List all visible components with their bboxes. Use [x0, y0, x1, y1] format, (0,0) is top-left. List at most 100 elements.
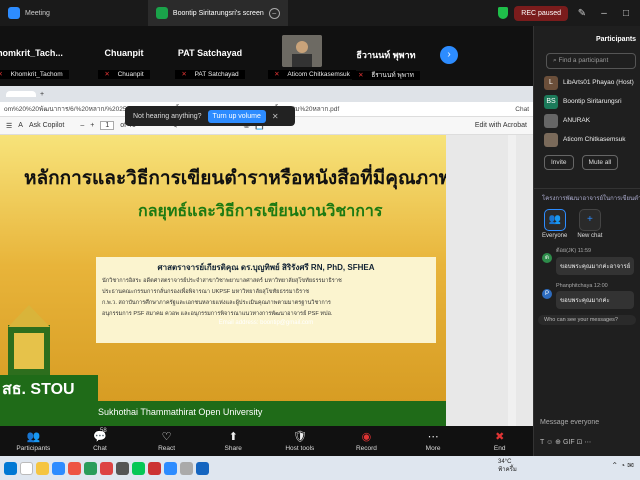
zoom-icon [155, 7, 168, 19]
mic-muted-icon: ✕ [271, 70, 285, 79]
slide-subtitle: กลยุทธ์และวิธีการเขียนงานวิชาการ [138, 203, 383, 220]
zoom-in-icon[interactable]: + [90, 122, 94, 129]
avatar [544, 132, 558, 147]
panel-title: Participants [596, 36, 637, 43]
system-tray[interactable]: ⌃ ◔ ✉ [611, 461, 634, 470]
search-input[interactable]: ⌕ Find a participant [546, 53, 636, 69]
chat-header: โครงการพัฒนาอาจารย์ในการเขียนตำรา... [534, 188, 640, 203]
read-aloud-icon[interactable]: A [18, 122, 23, 129]
participant-tile[interactable]: PAT Satchayad ✕ PAT Satchayad [160, 26, 260, 86]
chat-message: ต ต้อย(JK) 11:59 ขอบพระคุณมากค่ะอาจารย์ [534, 239, 640, 275]
browser-tab[interactable] [6, 91, 36, 97]
host-tools-icon: 🛡 [292, 431, 307, 443]
audio-banner: Not hearing anything? Turn up volume ✕ [125, 106, 295, 126]
search-icon[interactable] [20, 461, 33, 475]
zoom-out-icon[interactable]: – [80, 122, 84, 129]
edit-with-acrobat-button[interactable]: Edit with Acrobat [475, 122, 527, 129]
participant-tile[interactable]: Chuanpit ✕ Chuanpit [74, 26, 174, 86]
minimize-window-icon[interactable]: – [596, 8, 612, 19]
group-icon: 👥 [543, 209, 566, 231]
line-icon[interactable] [132, 461, 145, 475]
participant-tile[interactable]: homkrit_Tach... ✕ Khomkrit_Tachom [0, 26, 80, 86]
end-button[interactable]: ✖ End [480, 430, 520, 452]
message-input[interactable]: Message everyone [540, 419, 599, 426]
avatar: ต [542, 253, 552, 263]
menu-icon[interactable]: ☰ [6, 122, 12, 130]
pdf-scrollbar[interactable] [508, 135, 516, 426]
avatar: BS [544, 94, 558, 109]
speaker-bio-line: ประธานคณะกรรมการกลั่นกรองเพื่อพิจารณา UK… [102, 289, 310, 295]
speaker-bio-line: อนุกรรมการ PSF สมาคม ควอพ และอนุกรรมการพ… [102, 311, 333, 317]
shared-screen: + om%20%20พัฒนาการ/6/%20หลาก/%20256/6/%2… [0, 86, 533, 426]
app-icon[interactable] [148, 461, 161, 475]
person-video-icon [282, 35, 322, 67]
plus-icon: + [578, 209, 601, 231]
list-item[interactable]: ANURAK [534, 111, 640, 130]
share-button[interactable]: ⬆ Share [213, 430, 253, 452]
participant-strip: homkrit_Tach... ✕ Khomkrit_Tachom Chuanp… [0, 26, 533, 86]
app-icon[interactable] [116, 461, 129, 475]
new-chat-button[interactable]: + New chat [577, 209, 602, 239]
participants-button[interactable]: 👥 Participants [13, 430, 53, 452]
share-icon: ⬆ [228, 431, 238, 443]
mute-all-button[interactable]: Mute all [581, 155, 619, 170]
speaker-bio-line: นักวิชาการอิสระ อดีตศาสตราจารย์ประจำสาขา… [102, 278, 342, 284]
meeting-toolbar: 👥 Participants 💬 Chat ♡ React ⬆ Share 🛡 Host … [0, 426, 533, 456]
record-icon: ◉ [361, 431, 372, 443]
record-button[interactable]: ◉ Record [346, 430, 386, 452]
more-button[interactable]: ⋯ More [413, 430, 453, 452]
turn-up-volume-button[interactable]: Turn up volume [207, 109, 266, 123]
invite-button[interactable]: Invite [544, 155, 574, 170]
host-tools-button[interactable]: 🛡 Host tools [280, 430, 320, 452]
security-shield-icon[interactable] [498, 7, 509, 19]
tab-meeting[interactable]: Meeting [0, 0, 58, 26]
app-icon[interactable] [84, 461, 97, 475]
browser-tab-bar: + [0, 86, 533, 102]
participant-list: L LibArts01 Phayao (Host) BS Boontip Sirit… [534, 73, 640, 149]
annotate-icon[interactable]: ✎ [574, 8, 590, 19]
copilot-button[interactable]: Ask Copilot [29, 122, 64, 129]
minimize-icon[interactable]: – [268, 7, 280, 19]
who-can-see-link[interactable]: Who can see your messages? [538, 315, 636, 325]
chat-tools[interactable]: T ☺ ⊕ GIF ⊡ ⋯ [540, 438, 591, 446]
list-item[interactable]: L LibArts01 Phayao (Host) [534, 73, 640, 92]
chrome-icon[interactable] [100, 461, 113, 475]
everyone-chat-button[interactable]: 👥 Everyone [542, 209, 567, 239]
speaker-email: Email address: boontip@gmail.com [218, 320, 314, 326]
windows-taskbar [0, 456, 640, 480]
next-page-arrow-icon[interactable]: › [440, 46, 458, 64]
app-icon[interactable] [180, 461, 193, 475]
weather-widget[interactable]: 34°C ฟ้าครึ้ม [498, 458, 517, 474]
participants-panel: Participants ⌕ Find a participant L LibAr… [533, 26, 640, 456]
react-button[interactable]: ♡ React [147, 430, 187, 452]
new-tab-icon[interactable]: + [40, 91, 44, 98]
list-item[interactable]: BS Boontip Siritarungsri [534, 92, 640, 111]
windows-start-icon[interactable] [4, 461, 17, 475]
stou-logo: สธ. STOU [0, 305, 98, 401]
list-item[interactable]: Aticom Chitkasemsuk [534, 130, 640, 149]
folder-icon[interactable] [36, 461, 49, 475]
pdf-page: หลักการและวิธีการเขียนตำราหรือหนังสือที่… [0, 135, 446, 426]
tab-shared-screen[interactable]: Boontip Siritarungsri's screen – [147, 0, 288, 26]
page-number-input[interactable]: 1 [100, 121, 115, 130]
participant-count-badge: 58 [100, 428, 107, 434]
window-titlebar: Meeting Boontip Siritarungsri's screen – … [0, 0, 640, 26]
mic-muted-icon: ✕ [355, 71, 369, 80]
pdf-viewport[interactable]: หลักการและวิธีการเขียนตำราหรือหนังสือที่… [0, 135, 533, 426]
rec-paused-badge[interactable]: REC paused [514, 5, 568, 21]
app-icon[interactable] [68, 461, 81, 475]
word-icon[interactable] [196, 461, 209, 475]
edge-icon[interactable] [52, 461, 65, 475]
close-icon[interactable]: ✕ [272, 112, 279, 121]
chat-message: P Phanphitchaya 12:00 ขอบพระคุณมากค่ะ [534, 275, 640, 309]
copilot-chat-label[interactable]: Chat [515, 106, 529, 113]
avatar: P [542, 289, 552, 299]
more-icon: ⋯ [427, 431, 439, 443]
participant-tile[interactable]: ธีวานนท์ พุพาท ✕ ธีรานนท์ พุพาท [336, 26, 436, 86]
maximize-window-icon[interactable]: □ [618, 8, 634, 19]
slide-footer: Sukhothai Thammathirat Open University [0, 401, 446, 426]
avatar: L [544, 75, 558, 90]
participant-video [282, 35, 322, 67]
slide-title: หลักการและวิธีการเขียนตำราหรือหนังสือที่… [24, 168, 446, 189]
zoom-taskbar-icon[interactable] [164, 461, 177, 475]
